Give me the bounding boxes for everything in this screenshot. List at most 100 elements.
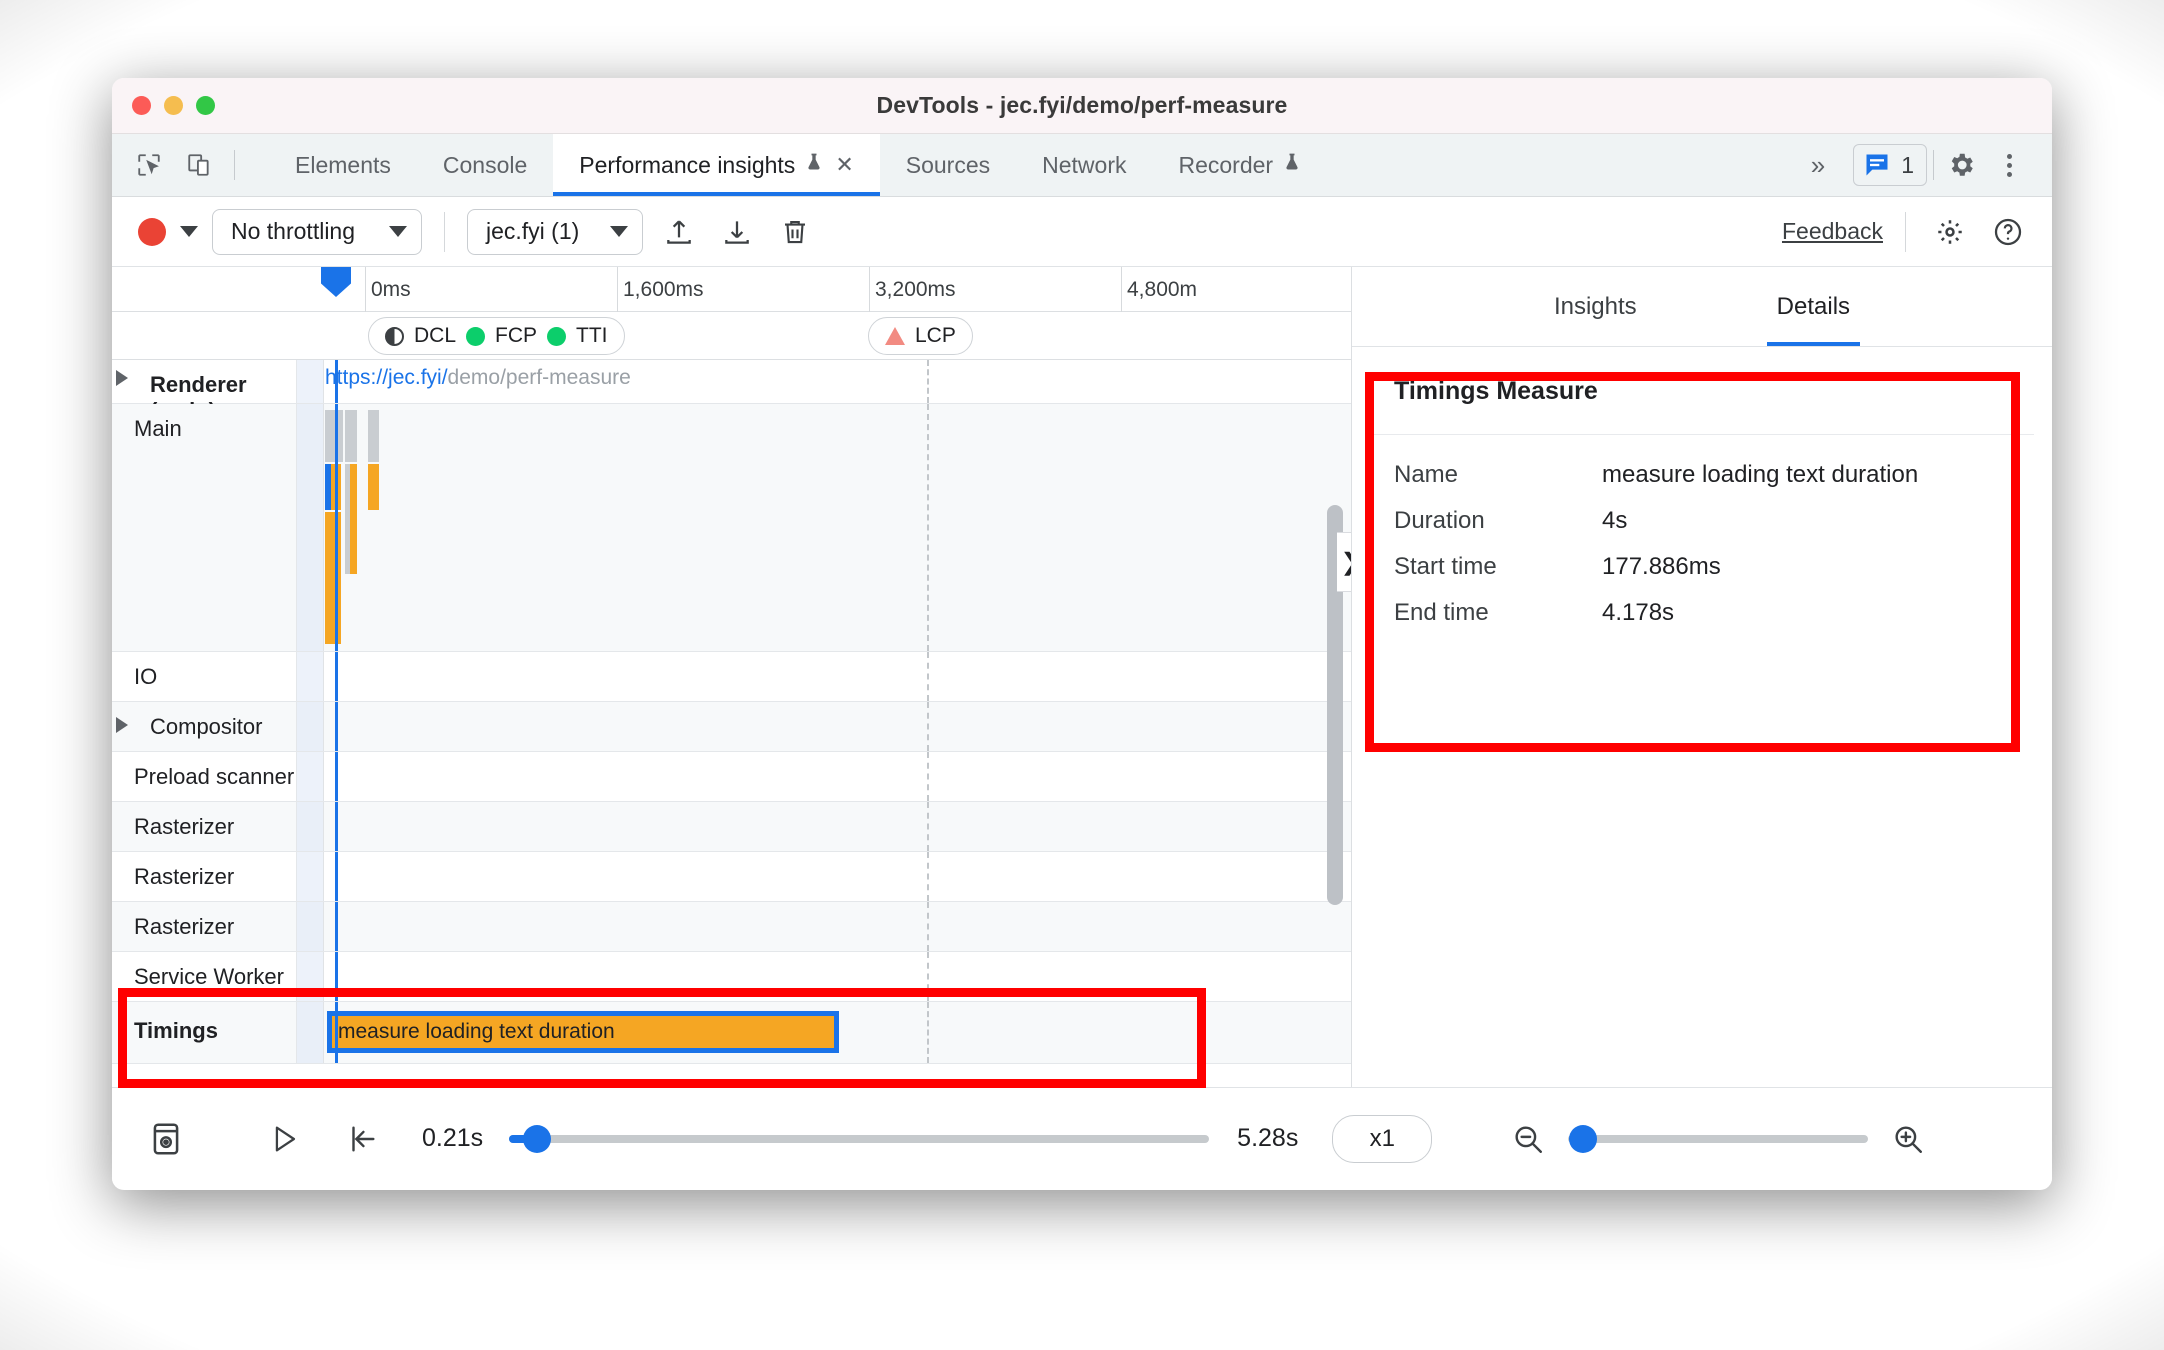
timing-measure-bar[interactable]: measure loading text duration [327, 1011, 839, 1053]
timeline-ruler[interactable]: 0ms 1,600ms 3,200ms 4,800m [112, 267, 1351, 351]
zoom-in-icon[interactable] [1882, 1113, 1934, 1165]
close-tab-icon[interactable]: ✕ [835, 152, 853, 178]
upload-profile-icon[interactable] [657, 210, 701, 254]
inspect-element-icon[interactable] [134, 150, 164, 180]
playhead-line[interactable] [335, 802, 338, 851]
throttling-select[interactable]: No throttling [212, 208, 422, 255]
track-row-service-worker[interactable]: Service Worker [112, 952, 1351, 1002]
playhead-line[interactable] [335, 852, 338, 901]
zoom-level-slider[interactable] [1568, 1124, 1869, 1153]
timing-measure-label: measure loading text duration [338, 1020, 615, 1043]
toolbar-divider [1905, 211, 1906, 252]
track-label-text: Preload scanner [134, 764, 295, 789]
details-row-duration: Duration 4s [1394, 507, 2034, 535]
track-canvas-rasterizer-1[interactable] [297, 802, 1351, 851]
sidebar-toggle-chevron-right-icon[interactable]: ❯ [1337, 532, 1351, 592]
track-label-io[interactable]: IO [112, 652, 297, 701]
playhead-line[interactable] [335, 1002, 338, 1063]
track-label-main[interactable]: Main [112, 404, 297, 651]
track-label-rasterizer-2[interactable]: Rasterizer [112, 852, 297, 901]
target-select[interactable]: jec.fyi (1) [467, 208, 643, 255]
slider-knob[interactable] [523, 1124, 552, 1153]
tab-network[interactable]: Network [1016, 134, 1152, 196]
track-label-preload-scanner[interactable]: Preload scanner [112, 752, 297, 801]
device-toolbar-icon[interactable] [184, 150, 214, 180]
track-label-timings[interactable]: Timings [112, 1002, 297, 1063]
track-row-renderer-main[interactable]: Renderer (main) https://jec.fyi/demo/per… [112, 360, 1351, 423]
playhead-line[interactable] [335, 752, 338, 801]
console-messages-button[interactable]: 1 [1853, 144, 1927, 186]
experimental-flask-icon [804, 151, 824, 179]
track-canvas-timings[interactable]: measure loading text duration [297, 1002, 1351, 1063]
slider-knob[interactable] [1569, 1124, 1598, 1153]
download-profile-icon[interactable] [715, 210, 759, 254]
page-url-text: https://jec.fyi/demo/perf-measure [325, 366, 631, 390]
track-canvas-compositor[interactable] [297, 702, 1351, 751]
tab-insights[interactable]: Insights [1544, 267, 1647, 346]
track-canvas-main[interactable] [297, 404, 1351, 651]
track-canvas-service-worker[interactable] [297, 952, 1351, 1001]
tab-elements[interactable]: Elements [269, 134, 417, 196]
track-canvas-rasterizer-2[interactable] [297, 852, 1351, 901]
console-messages-count: 1 [1901, 151, 1914, 178]
feedback-link[interactable]: Feedback [1782, 218, 1883, 245]
tab-console[interactable]: Console [417, 134, 553, 196]
gear-icon[interactable] [1940, 144, 1982, 186]
breadcrumb-range-slider[interactable] [509, 1124, 1210, 1153]
flame-bar[interactable] [350, 464, 357, 574]
track-label-rasterizer-1[interactable]: Rasterizer [112, 802, 297, 851]
jump-to-start-icon[interactable] [336, 1113, 388, 1165]
track-row-compositor[interactable]: Compositor [112, 702, 1351, 752]
gear-icon[interactable] [1928, 210, 1972, 254]
track-label-compositor[interactable]: Compositor [112, 702, 297, 751]
track-label-service-worker[interactable]: Service Worker [112, 952, 297, 1001]
playhead-line[interactable] [335, 702, 338, 751]
tab-label: Elements [295, 151, 391, 178]
track-row-main[interactable]: Main [112, 404, 1351, 652]
playhead-line[interactable] [335, 360, 338, 403]
track-row-rasterizer-2[interactable]: Rasterizer [112, 852, 1351, 902]
flame-bar[interactable] [345, 410, 357, 462]
tab-performance-insights[interactable]: Performance insights ✕ [553, 134, 881, 196]
record-options-caret-icon[interactable] [180, 226, 198, 237]
record-button[interactable] [138, 217, 166, 246]
three-dots-vertical-icon[interactable] [1988, 144, 2030, 186]
playhead-line[interactable] [335, 902, 338, 951]
page-url-host: https://jec.fyi/ [325, 366, 448, 389]
playhead-line[interactable] [335, 404, 338, 651]
flame-bar[interactable] [325, 512, 341, 644]
marker-group-dcl-fcp-tti[interactable]: DCL FCP TTI [368, 317, 625, 355]
playhead-line[interactable] [335, 952, 338, 1001]
flame-bar[interactable] [368, 410, 379, 462]
flame-bar[interactable] [368, 464, 379, 510]
track-label-renderer-main[interactable]: Renderer (main) [112, 360, 297, 423]
track-canvas-preload-scanner[interactable] [297, 752, 1351, 801]
filmstrip-icon[interactable] [140, 1113, 192, 1165]
tabstrip-divider [1933, 150, 1934, 180]
playhead-line[interactable] [335, 652, 338, 701]
track-row-rasterizer-1[interactable]: Rasterizer [112, 802, 1351, 852]
playback-speed-button[interactable]: x1 [1332, 1114, 1433, 1163]
track-row-preload-scanner[interactable]: Preload scanner [112, 752, 1351, 802]
track-label-rasterizer-3[interactable]: Rasterizer [112, 902, 297, 951]
chevron-right-icon[interactable] [116, 370, 128, 386]
more-tabs-icon[interactable]: » [1789, 150, 1847, 181]
track-canvas-rasterizer-3[interactable] [297, 902, 1351, 951]
track-canvas-renderer-main[interactable]: https://jec.fyi/demo/perf-measure [297, 360, 1351, 403]
flame-bar[interactable] [325, 410, 343, 462]
track-row-timings[interactable]: Timings measure loading text duration [112, 1002, 1351, 1064]
zoom-out-icon[interactable] [1502, 1113, 1554, 1165]
chevron-right-icon[interactable] [116, 717, 128, 733]
main-content-split: 0ms 1,600ms 3,200ms 4,800m DCL FCP TTI L… [112, 267, 2052, 1087]
tab-recorder[interactable]: Recorder [1152, 134, 1328, 196]
play-icon[interactable] [258, 1113, 310, 1165]
tab-sources[interactable]: Sources [880, 134, 1016, 196]
track-row-rasterizer-3[interactable]: Rasterizer [112, 902, 1351, 952]
message-icon [1866, 154, 1888, 176]
marker-lcp[interactable]: LCP [868, 317, 973, 355]
help-icon[interactable] [1986, 210, 2030, 254]
track-row-io[interactable]: IO [112, 652, 1351, 702]
track-canvas-io[interactable] [297, 652, 1351, 701]
tab-details[interactable]: Details [1766, 267, 1861, 346]
clear-recording-icon[interactable] [773, 210, 817, 254]
